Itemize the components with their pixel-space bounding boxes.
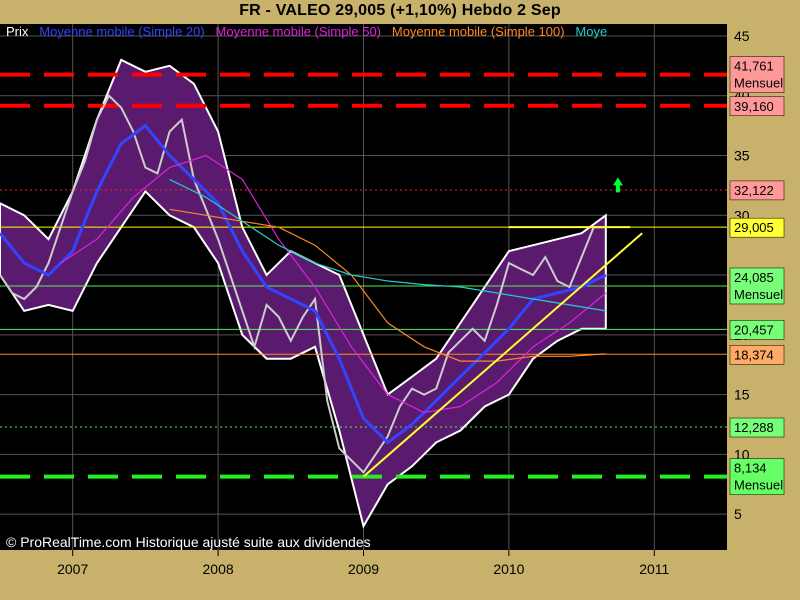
level-sublabel: Mensuel	[734, 478, 783, 493]
x-tick-label: 2008	[203, 561, 234, 577]
level-label: 20,457	[734, 322, 774, 337]
x-tick-label: 2011	[639, 561, 669, 577]
x-tick-label: 2010	[493, 561, 524, 577]
level-label: 12,288	[734, 420, 774, 435]
x-tick-label: 2009	[348, 561, 379, 577]
level-sublabel: Mensuel	[734, 76, 783, 91]
y-tick-label: 35	[734, 148, 750, 164]
level-sublabel: Mensuel	[734, 287, 783, 302]
y-tick-label: 45	[734, 28, 750, 44]
legend-item-0: Prix	[6, 24, 29, 39]
price-chart: 51015202530354045 20072008200920102011 4…	[0, 24, 785, 577]
level-label: 18,374	[734, 347, 774, 362]
legend-item-4: Moye	[575, 24, 608, 39]
legend: Prix Moyenne mobile (Simple 20) Moyenne …	[6, 24, 607, 39]
level-label: 29,005	[734, 220, 774, 235]
level-label: 41,761	[734, 59, 774, 74]
x-axis: 2007 2008 2009 2010 2011	[57, 550, 670, 577]
level-label: 39,160	[734, 99, 774, 114]
level-label: 32,122	[734, 183, 774, 198]
level-label: 8,134	[734, 461, 767, 476]
level-labels: 41,761 Mensuel 39,160 32,122 29,005 24,085 Men…	[729, 56, 785, 495]
legend-item-3: Moyenne mobile (Simple 100)	[391, 24, 565, 39]
legend-item-2: Moyenne mobile (Simple 50)	[215, 24, 382, 39]
legend-item-1: Moyenne mobile (Simple 20)	[39, 24, 205, 39]
y-tick-label: 15	[734, 387, 750, 403]
x-tick-label: 2007	[57, 561, 88, 577]
y-tick-label: 5	[734, 506, 742, 522]
level-label: 24,085	[734, 270, 774, 285]
copyright-note: © ProRealTime.com Historique ajusté suit…	[6, 534, 371, 550]
